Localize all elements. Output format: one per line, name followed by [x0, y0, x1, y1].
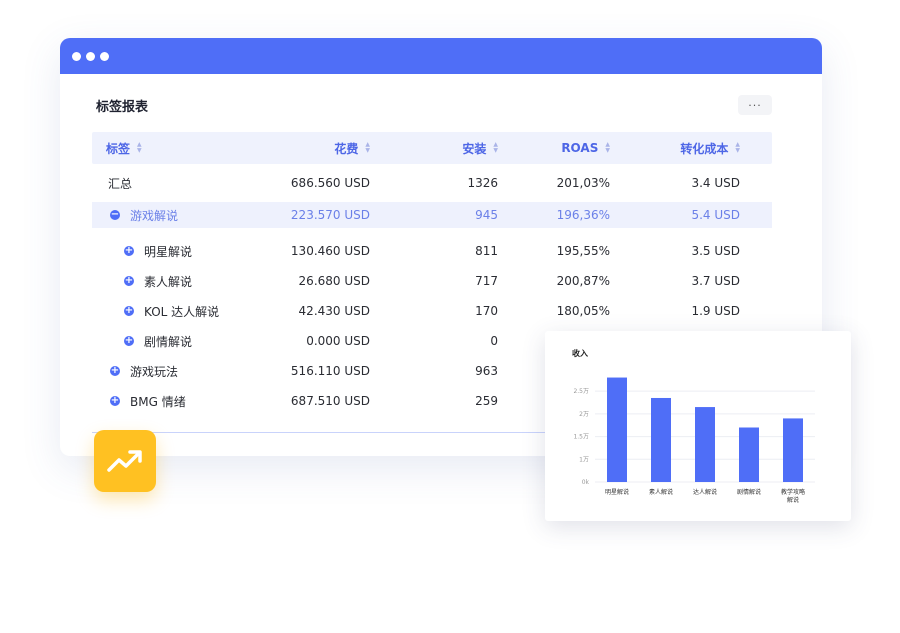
chart-bar[interactable]: [783, 418, 803, 482]
cell-cost: 5.4 USD: [691, 208, 740, 222]
row-label: 游戏解说: [130, 208, 179, 223]
row-label: KOL 达人解说: [144, 304, 220, 319]
cell-cost: 3.7 USD: [691, 274, 740, 288]
expand-icon[interactable]: +: [124, 276, 134, 286]
window-control-dot[interactable]: [72, 51, 81, 61]
table-row-group-expanded[interactable]: − 游戏解说 223.570 USD 945 196,36% 5.4 USD: [92, 202, 772, 228]
chart-bar[interactable]: [651, 397, 671, 482]
table-row[interactable]: + 明星解说 130.460 USD 811 195,55% 3.5 USD: [92, 236, 772, 266]
x-tick-label: 剧情解说: [737, 488, 761, 496]
cell-install: 0: [490, 334, 498, 348]
cell-install: 1326: [467, 176, 498, 190]
row-label-cell: + 剧情解说: [92, 333, 242, 350]
collapse-icon[interactable]: −: [110, 210, 120, 220]
y-tick-label: 1万: [579, 456, 589, 463]
y-tick-label: 2万: [579, 411, 589, 418]
cell-install: 170: [475, 304, 498, 318]
cell-install: 717: [475, 274, 498, 288]
row-label-cell: + BMG 情绪: [92, 393, 242, 410]
window-control-dot[interactable]: [86, 51, 95, 61]
row-label-cell: + 明星解说: [92, 243, 242, 260]
column-header-label: 安装: [462, 141, 487, 156]
column-header-conversion-cost[interactable]: 转化成本 ▲ ▼: [610, 140, 740, 157]
cell-spend: 223.570 USD: [290, 208, 370, 222]
x-tick-label: 明星解说: [605, 488, 629, 496]
row-label: 剧情解说: [144, 334, 193, 349]
column-header-label: ROAS: [561, 141, 599, 155]
cell-roas: 200,87%: [556, 274, 610, 288]
chart-bar[interactable]: [739, 427, 759, 483]
expand-icon[interactable]: +: [124, 306, 134, 316]
expand-icon[interactable]: +: [124, 246, 134, 256]
chart-title: 收入: [572, 348, 588, 358]
column-header-roas[interactable]: ROAS ▲ ▼: [498, 141, 610, 155]
chart-bar[interactable]: [695, 407, 715, 482]
table-row-summary: 汇总 686.560 USD 1326 201,03% 3.4 USD: [92, 168, 772, 198]
y-tick-label: 0k: [582, 479, 590, 486]
cell-cost: 3.5 USD: [691, 244, 740, 258]
trend-badge: [94, 430, 156, 492]
row-label: 汇总: [108, 176, 133, 191]
column-header-label: 转化成本: [680, 141, 729, 156]
row-label: BMG 情绪: [130, 394, 186, 409]
row-label-cell: + 游戏玩法: [92, 363, 242, 380]
cell-install: 963: [475, 364, 498, 378]
expand-icon[interactable]: +: [110, 396, 120, 406]
window-control-dot[interactable]: [100, 51, 109, 61]
cell-roas: 196,36%: [556, 208, 610, 222]
y-tick-label: 1.5万: [573, 434, 589, 441]
expand-icon[interactable]: +: [124, 336, 134, 346]
x-tick-label: 解说: [787, 496, 799, 504]
revenue-bar-chart: 收入 0k 1万 1.5万 2万 2.5万明星解说 素人解说 达人解说 剧情解说 教学攻略解说: [572, 348, 815, 504]
sort-icon[interactable]: ▲ ▼: [137, 142, 142, 154]
cell-spend: 516.110 USD: [290, 364, 370, 378]
expand-icon[interactable]: +: [110, 366, 120, 376]
x-tick-label: 达人解说: [693, 488, 717, 496]
sort-icon[interactable]: ▲ ▼: [735, 142, 740, 154]
cell-roas: 195,55%: [556, 244, 610, 258]
cell-roas: 201,03%: [556, 176, 610, 190]
y-tick-label: 2.5万: [573, 388, 589, 395]
row-label-cell: − 游戏解说: [92, 207, 242, 224]
cell-spend: 686.560 USD: [290, 176, 370, 190]
more-options-button[interactable]: ···: [738, 95, 772, 115]
table-row[interactable]: + KOL 达人解说 42.430 USD 170 180,05% 1.9 US…: [92, 296, 772, 326]
row-label: 明星解说: [144, 244, 193, 259]
trending-up-icon: [107, 450, 142, 472]
cell-spend: 130.460 USD: [290, 244, 370, 258]
cell-install: 811: [475, 244, 498, 258]
revenue-chart-card: 收入 0k 1万 1.5万 2万 2.5万明星解说 素人解说 达人解说 剧情解说 教学攻略 解说: [545, 331, 851, 521]
column-header-label: 花费: [334, 141, 359, 156]
column-header-label: 标签: [106, 141, 131, 156]
column-header-spend[interactable]: 花费 ▲ ▼: [242, 140, 370, 157]
row-label: 游戏玩法: [130, 364, 179, 379]
row-label: 素人解说: [144, 274, 193, 289]
row-label-cell: + KOL 达人解说: [92, 303, 242, 320]
column-header-tag[interactable]: 标签 ▲ ▼: [92, 140, 242, 157]
chart-bar[interactable]: [607, 377, 627, 482]
cell-spend: 0.000 USD: [306, 334, 370, 348]
cell-spend: 26.680 USD: [298, 274, 370, 288]
cell-cost: 1.9 USD: [691, 304, 740, 318]
x-tick-label: 教学攻略: [781, 488, 805, 496]
cell-spend: 687.510 USD: [290, 394, 370, 408]
column-header-install[interactable]: 安装 ▲ ▼: [370, 140, 498, 157]
row-label-cell: + 素人解说: [92, 273, 242, 290]
x-tick-label: 素人解说: [649, 488, 673, 496]
table-divider: [92, 432, 592, 433]
table-row[interactable]: + 素人解说 26.680 USD 717 200,87% 3.7 USD: [92, 266, 772, 296]
window-titlebar: [60, 38, 822, 74]
cell-roas: 180,05%: [556, 304, 610, 318]
table-header: 标签 ▲ ▼ 花费 ▲ ▼ 安装 ▲ ▼ ROAS ▲ ▼ 转化成本 ▲ ▼: [92, 132, 772, 164]
cell-cost: 3.4 USD: [691, 176, 740, 190]
cell-spend: 42.430 USD: [298, 304, 370, 318]
cell-install: 259: [475, 394, 498, 408]
cell-install: 945: [475, 208, 498, 222]
report-title: 标签报表: [96, 100, 149, 115]
